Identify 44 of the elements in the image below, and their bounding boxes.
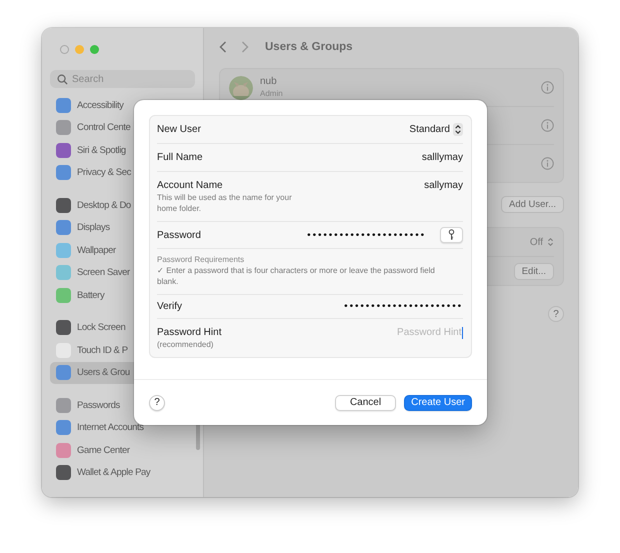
info-icon[interactable]	[541, 81, 554, 94]
info-icon[interactable]	[541, 157, 554, 170]
text-field[interactable]: salllymay	[422, 151, 463, 164]
sidebar-item[interactable]: Wallet & Apple Pay	[50, 462, 195, 484]
create-user-button[interactable]: Create User	[404, 394, 472, 410]
requirements-title: Password Requirements	[157, 255, 244, 264]
sidebar-item[interactable]: Accessibility	[50, 94, 195, 116]
stepper-icon	[547, 237, 554, 247]
info-icon[interactable]	[541, 119, 554, 132]
cancel-button[interactable]: Cancel	[334, 394, 396, 410]
field-label: Verify	[157, 300, 182, 313]
field-note: This will be used as the name for your home folder.	[157, 192, 293, 214]
field-note: (recommended)	[157, 339, 214, 350]
search-icon	[57, 74, 68, 85]
field-label: Password	[157, 228, 201, 242]
user-role: Admin	[260, 88, 283, 100]
close-button[interactable]	[60, 44, 69, 54]
minimize-button[interactable]	[75, 44, 84, 54]
account-type-popup[interactable]: Standard	[409, 123, 463, 136]
field-label: Full Name	[157, 151, 203, 164]
search-field[interactable]: Search	[50, 70, 195, 88]
text-field[interactable]: sallymay	[424, 179, 463, 192]
back-icon[interactable]	[219, 41, 227, 53]
password-field[interactable]: ••••••••••••••••••••••	[307, 228, 426, 242]
field-label: Password Hint	[157, 326, 222, 339]
edit-button[interactable]: Edit...	[514, 262, 554, 280]
zoom-button[interactable]	[90, 44, 99, 54]
help-button[interactable]: ?	[548, 306, 564, 322]
password-assistant-button[interactable]	[440, 227, 463, 243]
window-title: Users & Groups	[265, 41, 353, 53]
popup-menu[interactable]: Off	[530, 236, 554, 248]
stepper-icon	[453, 123, 463, 136]
hint-field[interactable]: Password Hint	[382, 327, 462, 338]
user-name: nub	[260, 76, 278, 88]
add-user-button[interactable]: Add User...	[501, 196, 564, 213]
requirements-text: ✓ Enter a password that is four characters or more or leave the password field blank.	[157, 265, 436, 287]
forward-icon[interactable]	[241, 41, 249, 53]
field-label: New User	[157, 123, 201, 136]
password-field[interactable]: ••••••••••••••••••••••	[344, 300, 463, 313]
sidebar-item[interactable]: Internet Accounts	[50, 416, 195, 439]
help-button[interactable]: ?	[149, 394, 165, 410]
key-icon	[448, 229, 455, 241]
sidebar-item[interactable]: Game Center	[50, 439, 195, 462]
field-label: Account Name	[157, 179, 224, 192]
